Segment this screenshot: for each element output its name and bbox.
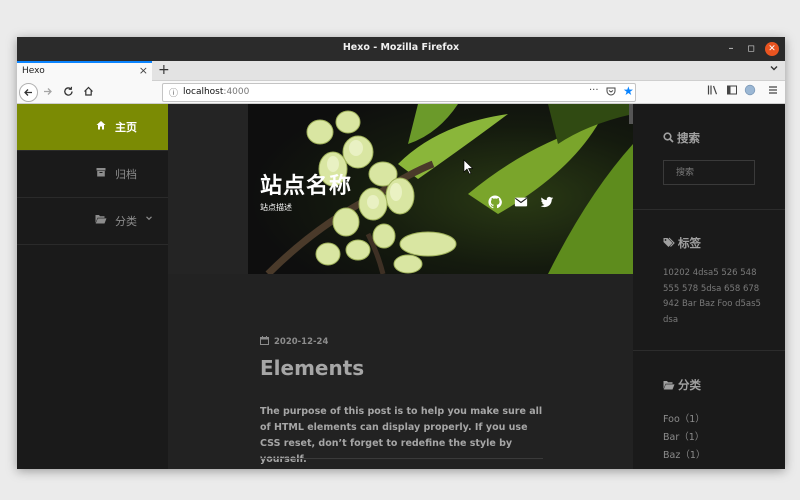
new-tab-button[interactable]: +	[158, 61, 170, 79]
home-icon	[96, 120, 106, 133]
categories-widget-title: 分类	[663, 377, 701, 393]
bookmark-star-icon[interactable]: ★	[623, 84, 634, 98]
account-icon[interactable]	[744, 84, 756, 99]
site-info-icon[interactable]: ⓘ	[169, 86, 178, 99]
tag-link[interactable]: Bar	[682, 299, 697, 309]
title-bar: Hexo - Mozilla Firefox – ◻ ✕	[17, 37, 785, 61]
tag-cloud: 10202 4dsa5 526 548 555 578 5dsa 658 678…	[663, 266, 763, 328]
chevron-down-icon[interactable]	[769, 63, 779, 76]
twitter-icon[interactable]	[540, 195, 554, 209]
calendar-icon	[260, 336, 269, 348]
envelope-icon[interactable]	[514, 195, 528, 209]
tag-link[interactable]: 548	[740, 268, 756, 278]
right-sidebar: 搜索 标签 10202 4dsa5 526 548 555 578 5dsa 6…	[633, 104, 785, 469]
hamburger-menu-icon[interactable]	[767, 84, 779, 99]
browser-window: Hexo - Mozilla Firefox – ◻ ✕ Hexo × + ⓘ	[17, 37, 785, 469]
archive-icon	[96, 167, 106, 180]
category-link[interactable]: Baz（1）	[663, 447, 705, 461]
post-list: 2020-12-24 Elements The purpose of this …	[168, 274, 633, 469]
tag-link[interactable]: 526	[721, 268, 737, 278]
left-navigation: 主页 归档 分类	[17, 104, 168, 469]
nav-item-archive[interactable]: 归档	[17, 151, 168, 198]
library-icon[interactable]	[707, 84, 719, 99]
flower-banner-image	[248, 104, 633, 274]
chevron-down-icon[interactable]	[145, 214, 153, 225]
home-button[interactable]	[79, 83, 98, 102]
back-button[interactable]	[19, 83, 38, 102]
sidebar-toggle-icon[interactable]	[726, 84, 738, 99]
page-content: 主页 归档 分类 站点名称 站点描述 2020-12-24 Elements T…	[17, 104, 785, 469]
tag-link[interactable]: d5as5	[735, 299, 761, 309]
site-description: 站点描述	[260, 203, 292, 212]
close-window-button[interactable]: ✕	[765, 42, 779, 56]
window-title: Hexo - Mozilla Firefox	[342, 42, 460, 53]
tag-link[interactable]: 658	[724, 284, 740, 294]
post-divider	[260, 458, 543, 459]
pocket-icon[interactable]	[606, 86, 616, 99]
search-widget-title: 搜索	[663, 130, 700, 146]
tag-link[interactable]: 555	[663, 284, 679, 294]
post-title[interactable]: Elements	[260, 356, 364, 380]
tab-title: Hexo	[22, 66, 45, 76]
hero-banner: 站点名称 站点描述	[168, 104, 633, 274]
tags-icon	[663, 237, 675, 251]
tag-link[interactable]: 5dsa	[701, 284, 721, 294]
tab-bar: Hexo × +	[17, 61, 785, 81]
category-link[interactable]: Foo（1）	[663, 411, 705, 425]
tag-link[interactable]: 4dsa5	[693, 268, 719, 278]
folder-open-icon	[663, 379, 675, 393]
tag-link[interactable]: 942	[663, 299, 679, 309]
tags-widget-title: 标签	[663, 235, 701, 251]
maximize-button[interactable]: ◻	[744, 42, 758, 56]
nav-item-home[interactable]: 主页	[17, 104, 168, 151]
page-actions-icon[interactable]: ···	[589, 85, 599, 96]
post-date: 2020-12-24	[260, 336, 328, 348]
nav-item-label: 主页	[115, 121, 137, 134]
tag-link[interactable]: dsa	[663, 315, 678, 325]
address-bar[interactable]: ⓘ localhost:4000 ··· ★	[162, 83, 636, 102]
close-tab-icon[interactable]: ×	[139, 64, 148, 77]
navigation-toolbar: ⓘ localhost:4000 ··· ★	[17, 81, 785, 104]
folder-open-icon	[95, 214, 107, 227]
nav-item-categories[interactable]: 分类	[17, 198, 168, 245]
tab-hexo[interactable]: Hexo ×	[17, 61, 152, 81]
site-title[interactable]: 站点名称	[260, 168, 352, 200]
tag-link[interactable]: Baz	[699, 299, 715, 309]
tag-link[interactable]: Foo	[717, 299, 732, 309]
search-icon	[663, 132, 674, 146]
url-text[interactable]: localhost:4000	[183, 87, 249, 97]
nav-item-label: 分类	[115, 215, 137, 228]
forward-button[interactable]	[39, 83, 58, 102]
nav-item-label: 归档	[115, 168, 137, 181]
tag-link[interactable]: 678	[743, 284, 759, 294]
search-input[interactable]	[663, 160, 755, 185]
tag-link[interactable]: 10202	[663, 268, 690, 278]
minimize-button[interactable]: –	[724, 42, 738, 56]
reload-button[interactable]	[59, 83, 78, 102]
github-icon[interactable]	[488, 195, 502, 209]
widget-divider	[633, 209, 785, 210]
widget-divider	[633, 350, 785, 351]
category-link[interactable]: Bar（1）	[663, 429, 704, 443]
tag-link[interactable]: 578	[682, 284, 698, 294]
